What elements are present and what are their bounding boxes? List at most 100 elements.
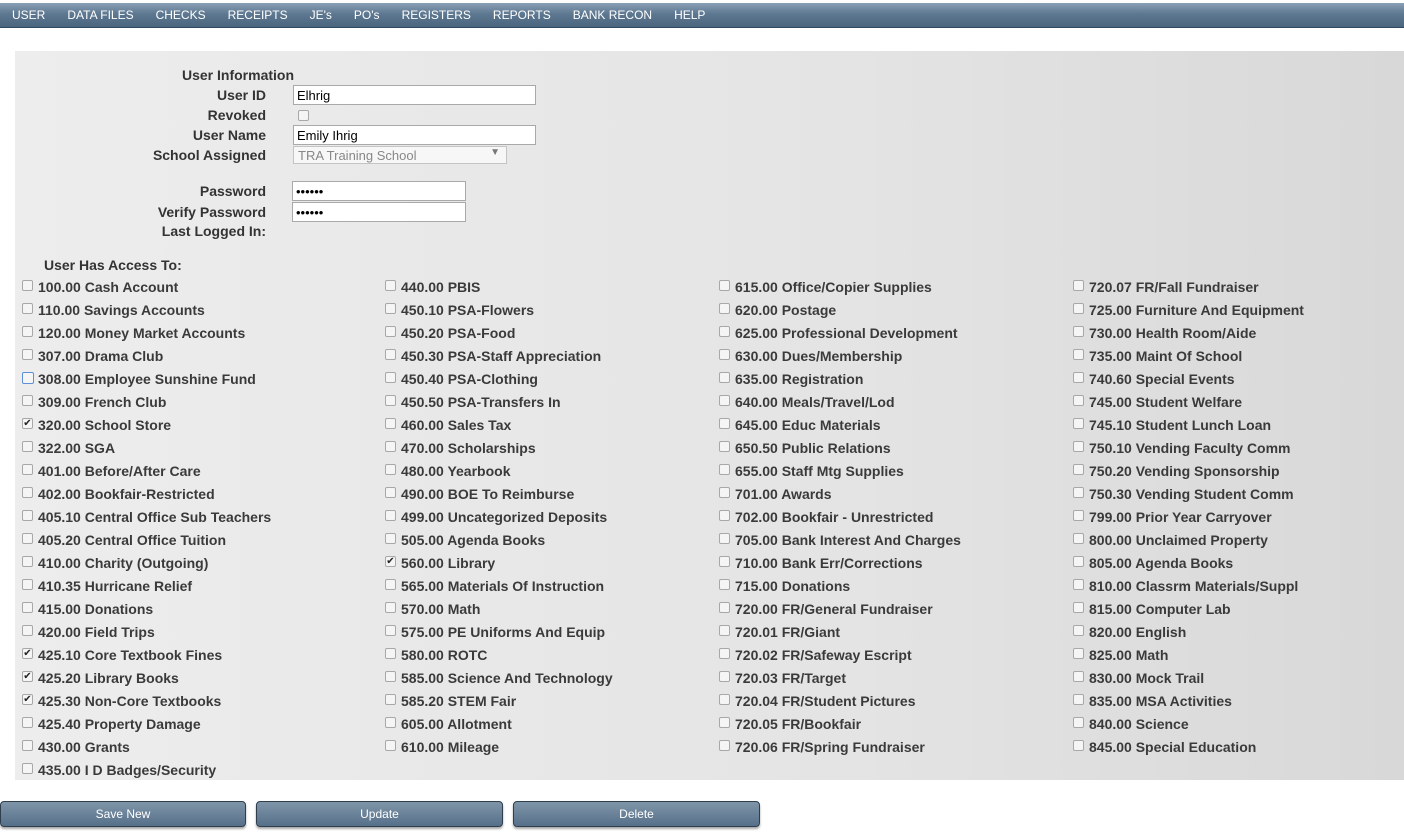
account-checkbox[interactable] (719, 303, 730, 314)
account-checkbox[interactable] (1073, 464, 1084, 475)
account-checkbox[interactable] (719, 648, 730, 659)
account-checkbox[interactable] (1073, 487, 1084, 498)
account-checkbox[interactable] (1073, 671, 1084, 682)
account-checkbox[interactable] (1073, 349, 1084, 360)
account-checkbox[interactable] (1073, 395, 1084, 406)
account-checkbox[interactable] (385, 648, 396, 659)
account-checkbox[interactable] (22, 556, 33, 567)
account-checkbox[interactable] (385, 349, 396, 360)
account-checkbox[interactable] (1073, 648, 1084, 659)
account-checkbox[interactable]: ✔ (22, 648, 33, 659)
school-assigned-select[interactable]: TRA Training School ▼ (293, 146, 507, 164)
account-checkbox[interactable] (719, 602, 730, 613)
menu-item-je-s[interactable]: JE's (299, 3, 343, 27)
account-checkbox[interactable] (719, 556, 730, 567)
account-checkbox[interactable] (22, 510, 33, 521)
account-checkbox[interactable] (719, 625, 730, 636)
account-checkbox[interactable] (22, 763, 33, 774)
account-checkbox[interactable] (719, 326, 730, 337)
account-checkbox[interactable] (719, 579, 730, 590)
account-checkbox[interactable] (385, 487, 396, 498)
delete-button[interactable]: Delete (513, 801, 760, 827)
account-checkbox[interactable] (22, 372, 34, 384)
account-checkbox[interactable] (22, 441, 33, 452)
account-checkbox[interactable] (719, 533, 730, 544)
account-checkbox[interactable] (719, 510, 730, 521)
account-checkbox[interactable] (22, 602, 33, 613)
account-checkbox[interactable] (719, 418, 730, 429)
account-checkbox[interactable] (719, 464, 730, 475)
account-checkbox[interactable] (1073, 303, 1084, 314)
account-checkbox[interactable] (1073, 740, 1084, 751)
account-checkbox[interactable] (385, 441, 396, 452)
menu-item-user[interactable]: USER (0, 3, 56, 27)
account-checkbox[interactable] (385, 326, 396, 337)
account-checkbox[interactable] (1073, 602, 1084, 613)
account-checkbox[interactable] (719, 740, 730, 751)
menu-item-help[interactable]: HELP (663, 3, 716, 27)
account-checkbox[interactable] (22, 326, 33, 337)
account-checkbox[interactable] (22, 487, 33, 498)
account-checkbox[interactable] (385, 372, 396, 383)
account-checkbox[interactable]: ✔ (22, 694, 33, 705)
account-checkbox[interactable] (385, 533, 396, 544)
account-checkbox[interactable] (385, 510, 396, 521)
account-checkbox[interactable] (1073, 280, 1084, 291)
account-checkbox[interactable] (385, 418, 396, 429)
password-input[interactable] (292, 181, 466, 201)
account-checkbox[interactable] (22, 533, 33, 544)
account-checkbox[interactable] (22, 464, 33, 475)
account-checkbox[interactable] (1073, 717, 1084, 728)
revoked-checkbox[interactable] (298, 110, 309, 121)
save-new-button[interactable]: Save New (0, 801, 246, 827)
menu-item-checks[interactable]: CHECKS (145, 3, 217, 27)
account-checkbox[interactable] (1073, 510, 1084, 521)
menu-item-po-s[interactable]: PO's (343, 3, 391, 27)
menu-item-receipts[interactable]: RECEIPTS (217, 3, 299, 27)
account-checkbox[interactable] (22, 579, 33, 590)
account-checkbox[interactable]: ✔ (22, 418, 33, 429)
user-name-input[interactable] (293, 125, 536, 145)
account-checkbox[interactable] (719, 671, 730, 682)
account-checkbox[interactable] (385, 602, 396, 613)
account-checkbox[interactable] (1073, 372, 1084, 383)
account-checkbox[interactable] (1073, 579, 1084, 590)
user-id-input[interactable] (293, 85, 536, 105)
account-checkbox[interactable] (1073, 556, 1084, 567)
account-checkbox[interactable] (385, 395, 396, 406)
account-checkbox[interactable] (385, 303, 396, 314)
update-button[interactable]: Update (256, 801, 503, 827)
account-checkbox[interactable] (22, 740, 33, 751)
account-checkbox[interactable] (22, 349, 33, 360)
account-checkbox[interactable] (1073, 625, 1084, 636)
account-checkbox[interactable] (1073, 533, 1084, 544)
account-checkbox[interactable] (1073, 326, 1084, 337)
account-checkbox[interactable] (22, 625, 33, 636)
account-checkbox[interactable] (385, 740, 396, 751)
menu-item-registers[interactable]: REGISTERS (391, 3, 482, 27)
account-checkbox[interactable] (385, 625, 396, 636)
account-checkbox[interactable] (1073, 694, 1084, 705)
account-checkbox[interactable] (385, 464, 396, 475)
account-checkbox[interactable] (719, 349, 730, 360)
account-checkbox[interactable] (385, 280, 396, 291)
account-checkbox[interactable] (22, 717, 33, 728)
account-checkbox[interactable] (385, 717, 396, 728)
account-checkbox[interactable] (385, 579, 396, 590)
account-checkbox[interactable] (385, 694, 396, 705)
account-checkbox[interactable] (22, 280, 33, 291)
account-checkbox[interactable] (719, 487, 730, 498)
menu-item-bank-recon[interactable]: BANK RECON (562, 3, 663, 27)
account-checkbox[interactable] (22, 395, 33, 406)
verify-password-input[interactable] (292, 202, 466, 222)
account-checkbox[interactable] (719, 717, 730, 728)
account-checkbox[interactable] (385, 671, 396, 682)
menu-item-reports[interactable]: REPORTS (482, 3, 562, 27)
account-checkbox[interactable] (719, 280, 730, 291)
account-checkbox[interactable] (22, 303, 33, 314)
menu-item-data-files[interactable]: DATA FILES (56, 3, 144, 27)
account-checkbox[interactable] (719, 372, 730, 383)
account-checkbox[interactable]: ✔ (385, 556, 396, 567)
account-checkbox[interactable] (1073, 418, 1084, 429)
account-checkbox[interactable]: ✔ (22, 671, 33, 682)
